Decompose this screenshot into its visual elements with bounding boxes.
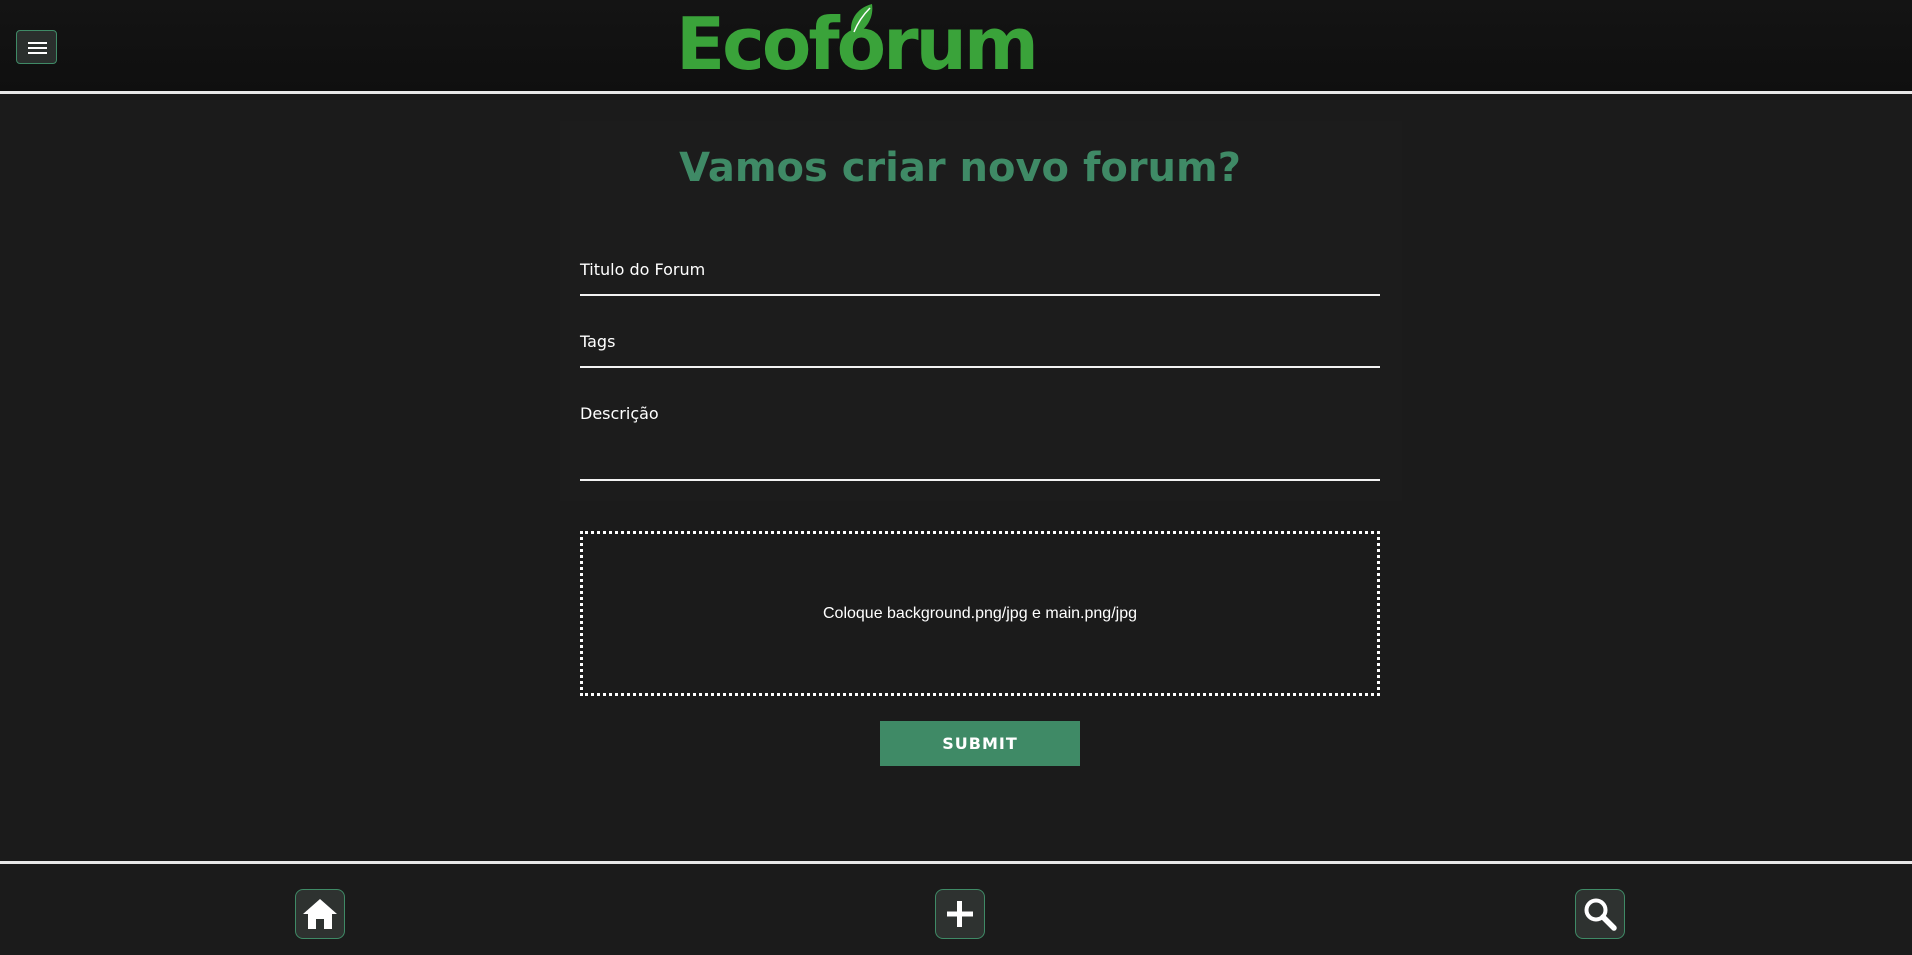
forum-title-label: Titulo do Forum <box>580 260 706 279</box>
plus-icon <box>947 901 973 927</box>
image-upload-dropzone[interactable]: Coloque background.png/jpg e main.png/jp… <box>580 531 1380 696</box>
top-bar: Ecoforum <box>0 0 1912 94</box>
home-icon <box>303 899 337 929</box>
hamburger-menu-icon-bar <box>28 52 47 54</box>
add-forum-button[interactable] <box>935 889 985 939</box>
upload-instructions: Coloque background.png/jpg e main.png/jp… <box>822 604 1137 622</box>
page-title: Vamos criar novo forum? <box>679 145 1241 191</box>
menu-button[interactable] <box>16 30 57 64</box>
search-button[interactable] <box>1575 889 1625 939</box>
search-icon <box>1584 898 1617 931</box>
bottom-navigation <box>0 861 1912 955</box>
description-field[interactable]: Descrição <box>580 401 1380 481</box>
brand-logo[interactable]: Ecoforum <box>676 4 1039 84</box>
submit-button[interactable]: SUBMIT <box>880 721 1080 766</box>
home-button[interactable] <box>295 889 345 939</box>
tags-field[interactable]: Tags <box>580 329 1380 368</box>
description-label: Descrição <box>580 404 659 423</box>
tags-label: Tags <box>580 332 616 351</box>
hamburger-menu-icon <box>28 42 47 44</box>
forum-title-field[interactable]: Titulo do Forum <box>580 257 1380 296</box>
hamburger-menu-icon-bar <box>28 47 47 49</box>
leaf-icon <box>850 4 873 36</box>
